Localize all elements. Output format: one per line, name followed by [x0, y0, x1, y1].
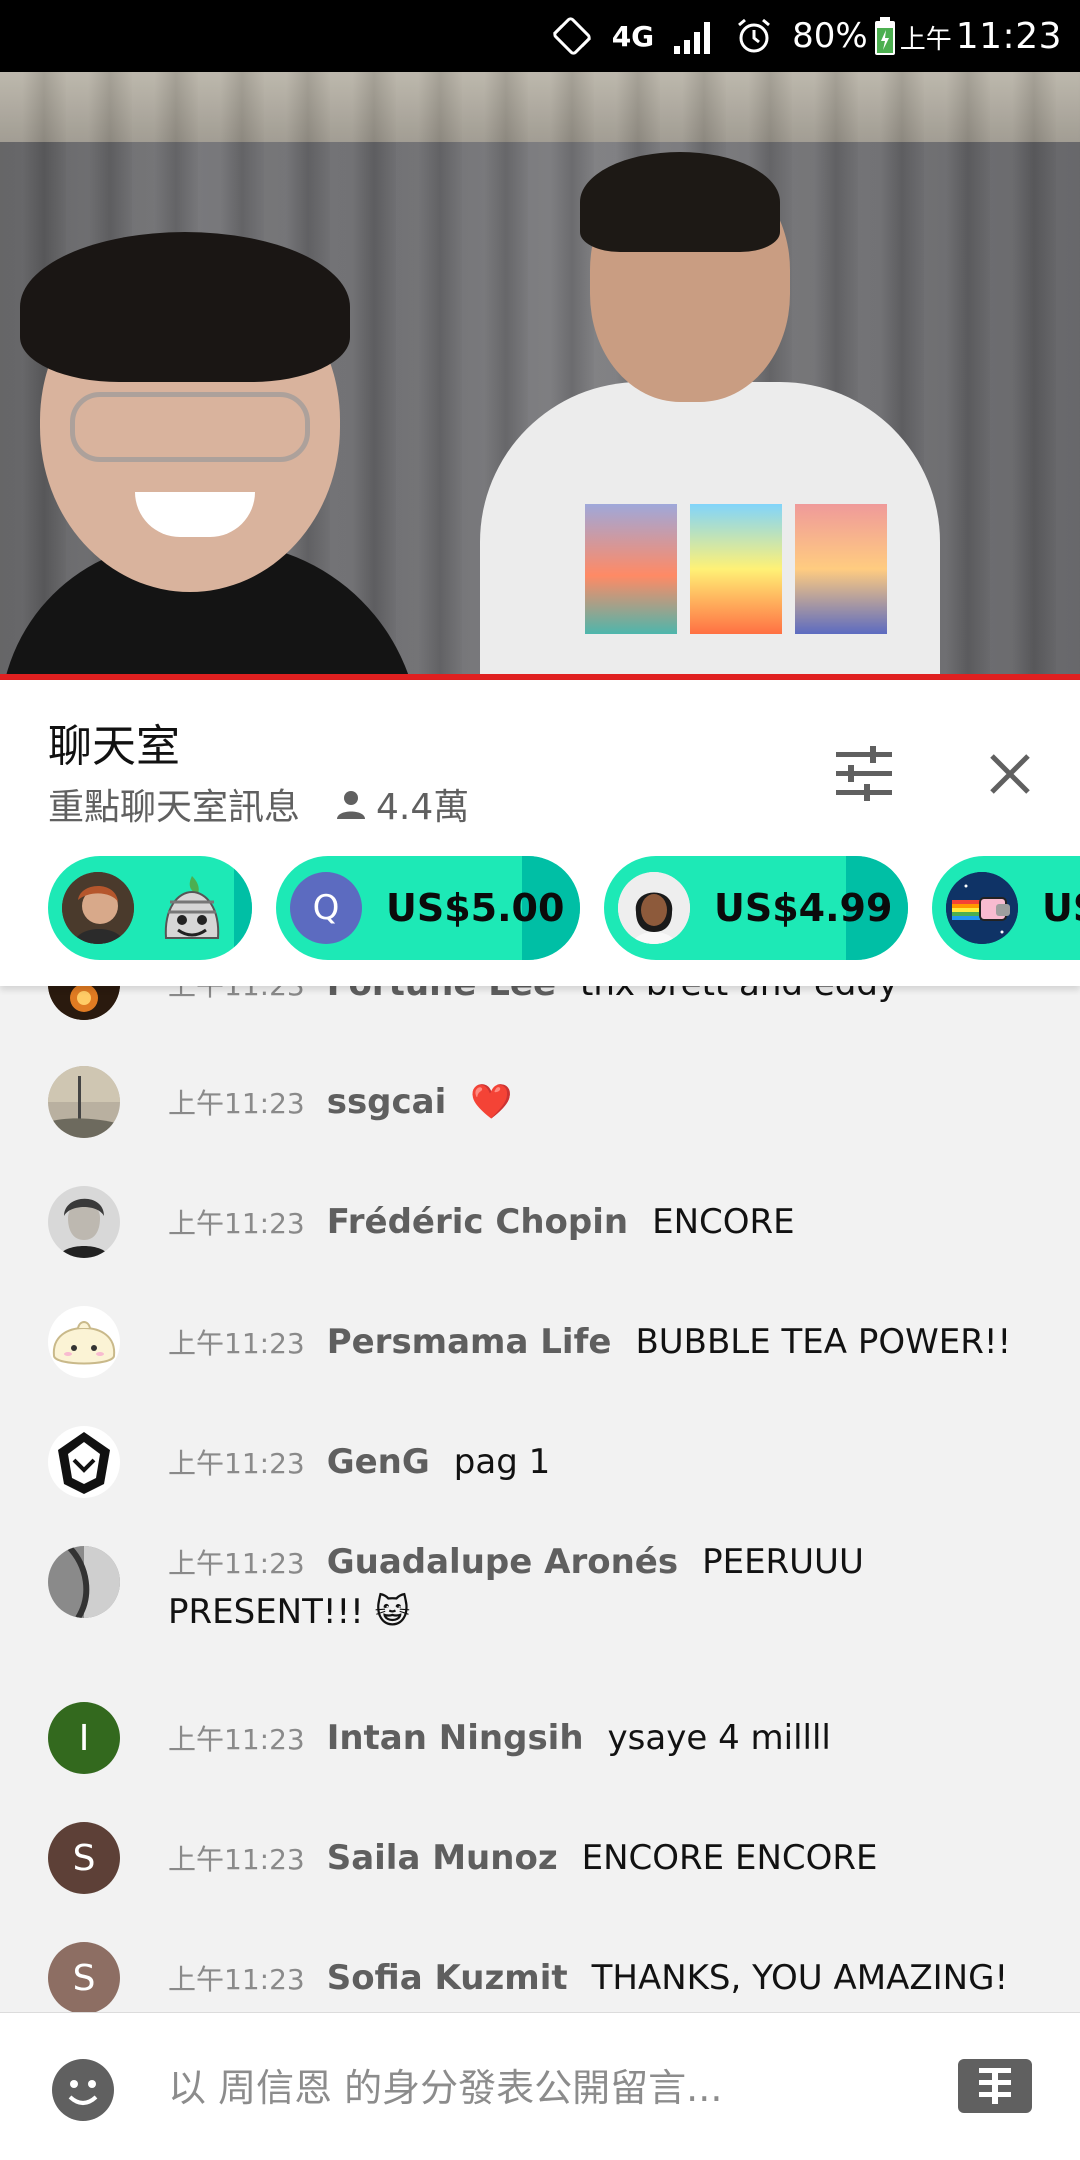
signal-icon [672, 14, 716, 58]
super-chat-avatar [946, 872, 1018, 944]
chat-author[interactable]: ssgcai [327, 1082, 447, 1122]
chat-timestamp: 上午11:23 [168, 1843, 305, 1876]
chat-text: pag 1 [453, 1442, 551, 1482]
video-person-left-glasses [70, 392, 310, 462]
chat-avatar [48, 986, 120, 1020]
chat-input-bar [0, 2012, 1080, 2160]
chat-message-line: 上午11:23 Guadalupe Aronés PEERUUU PRESENT!!… [168, 1538, 1040, 1636]
super-chat-amount: US$ [1042, 886, 1080, 930]
status-bar: 4G 80% 上午 11:23 [0, 0, 1080, 72]
smiley-icon [68, 2080, 98, 2105]
chat-text: ENCORE ENCORE [581, 1838, 878, 1878]
person-icon [337, 791, 366, 819]
chat-timestamp: 上午11:23 [168, 1207, 305, 1240]
durian-mascot-icon [156, 872, 228, 944]
super-chat-ticker: Q US$5.00 US$4.99 US$ [0, 856, 1080, 964]
chat-avatar: I [48, 1702, 120, 1774]
chat-text: thx brett and eddy [580, 986, 898, 1004]
chat-close-button[interactable] [972, 736, 1048, 812]
viewer-count: 4.4萬 [334, 778, 469, 830]
chat-filter-button[interactable] [826, 736, 902, 812]
chat-author[interactable]: Sofia Kuzmit [327, 1958, 568, 1998]
chat-avatar [48, 1066, 120, 1138]
chat-avatar: S [48, 1822, 120, 1894]
chat-message-line: 上午11:23 Persmama Life BUBBLE TEA POWER!! [168, 1318, 1040, 1368]
emoji-button[interactable] [52, 2059, 114, 2121]
close-icon [990, 754, 1030, 794]
chat-timestamp: 上午11:23 [168, 1723, 305, 1756]
hoodie-print-1 [585, 504, 677, 634]
chat-message-line: 上午11:23 Sofia Kuzmit THANKS, YOU AMAZING! [168, 1954, 1040, 2004]
network-type-icon: 4G [611, 19, 655, 53]
chat-avatar [48, 1546, 120, 1618]
battery-icon [874, 14, 896, 58]
chat-timestamp: 上午11:23 [168, 986, 305, 1002]
status-time: 11:23 [955, 15, 1062, 57]
chat-avatar: S [48, 1942, 120, 2012]
chat-message-line: 上午11:23 Saila Munoz ENCORE ENCORE [168, 1834, 1040, 1884]
chat-mode-selector[interactable]: 重點聊天室訊息 4.4萬 [48, 778, 469, 830]
chat-text: ❤️ [470, 1082, 513, 1122]
chat-timestamp: 上午11:23 [168, 1447, 305, 1480]
chat-text: ENCORE [652, 1202, 795, 1242]
super-chat-item[interactable] [48, 856, 252, 960]
chat-message-line: 上午11:23 Frédéric Chopin ENCORE [168, 1198, 1040, 1248]
chat-message-input[interactable] [168, 2053, 868, 2123]
chat-timestamp: 上午11:23 [168, 1963, 305, 1996]
video-person-right-hair [580, 152, 780, 252]
super-chat-item[interactable]: Q US$5.00 [276, 856, 580, 960]
chat-author[interactable]: GenG [327, 1442, 430, 1482]
chat-message-line: 上午11:23 Intan Ningsih ysaye 4 millll [168, 1714, 1040, 1764]
super-chat-button[interactable] [958, 2059, 1032, 2113]
chat-mode-label: 重點聊天室訊息 [48, 787, 301, 828]
super-chat-item[interactable]: US$ [932, 856, 1080, 960]
chat-author[interactable]: Persmama Life [327, 1322, 612, 1362]
chat-avatar [48, 1306, 120, 1378]
super-chat-amount: US$5.00 [386, 886, 565, 930]
chat-author[interactable]: Fortune Lee [327, 986, 556, 1004]
super-chat-avatar [618, 872, 690, 944]
battery-percent: 80% [792, 16, 868, 56]
super-chat-avatar: Q [290, 872, 362, 944]
chat-timestamp: 上午11:23 [168, 1547, 305, 1580]
chat-author[interactable]: Saila Munoz [327, 1838, 558, 1878]
video-person-left-hair [20, 232, 350, 382]
viewer-count-value: 4.4萬 [376, 787, 470, 828]
chat-message-list[interactable]: 上午11:23 Fortune Lee thx brett and eddy 上午1… [0, 986, 1080, 2012]
chat-timestamp: 上午11:23 [168, 1327, 305, 1360]
chat-text: THANKS, YOU AMAZING! [591, 1958, 1009, 1998]
alarm-icon [734, 14, 774, 58]
hoodie-print-2 [690, 504, 782, 634]
super-chat-icon [979, 2068, 1011, 2104]
chat-author[interactable]: Guadalupe Aronés [327, 1542, 678, 1582]
chat-timestamp: 上午11:23 [168, 1087, 305, 1120]
live-video-player[interactable] [0, 72, 1080, 676]
chat-header: 聊天室 重點聊天室訊息 4.4萬 Q US$5.00 US$4.99 U [0, 680, 1080, 986]
super-chat-item[interactable]: US$4.99 [604, 856, 908, 960]
chat-message-line: 上午11:23 GenG pag 1 [168, 1438, 1040, 1488]
status-ampm: 上午 [899, 24, 952, 55]
chat-author[interactable]: Frédéric Chopin [327, 1202, 628, 1242]
vibrate-icon [550, 14, 594, 58]
super-chat-amount: US$4.99 [714, 886, 893, 930]
chat-message-line: 上午11:23 Fortune Lee thx brett and eddy [168, 986, 1040, 1010]
chat-text: ysaye 4 millll [607, 1718, 831, 1758]
chat-message-line: 上午11:23 ssgcai ❤️ [168, 1078, 1040, 1128]
chat-author[interactable]: Intan Ningsih [327, 1718, 584, 1758]
chat-text: BUBBLE TEA POWER!! [635, 1322, 1012, 1362]
super-chat-avatar [62, 872, 134, 944]
tune-icon [836, 746, 892, 801]
hoodie-print-3 [795, 504, 887, 634]
chat-avatar [48, 1426, 120, 1498]
chat-avatar [48, 1186, 120, 1258]
chat-title: 聊天室 [48, 721, 180, 772]
